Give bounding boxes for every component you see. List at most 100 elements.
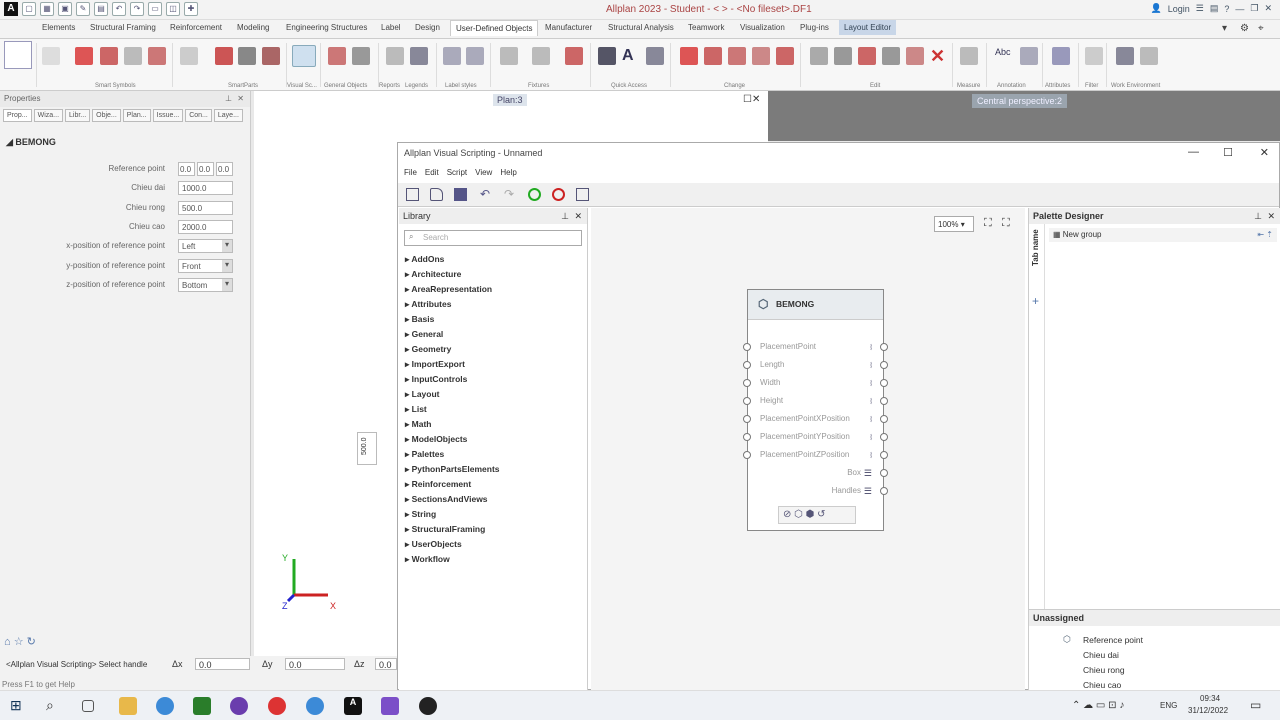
library-item[interactable]: ImportExport [405, 359, 465, 370]
tab-engineering-structures[interactable]: Engineering Structures [286, 23, 367, 32]
input-port[interactable]: Width ⧙ [743, 374, 888, 392]
app-icon[interactable] [230, 697, 248, 715]
ribbon-tool-icon[interactable] [75, 47, 93, 65]
output-port[interactable]: Box ☰ [748, 464, 888, 482]
library-item[interactable]: AddOns [405, 254, 444, 265]
layer-icon[interactable]: ◫ [166, 2, 180, 16]
label-style-icon[interactable] [443, 47, 461, 65]
input-port[interactable]: Length ⧙ [743, 356, 888, 374]
add-tab-icon[interactable]: + [1032, 294, 1039, 308]
tab-structural-framing[interactable]: Structural Framing [90, 23, 156, 32]
edit-tool-icon[interactable] [882, 47, 900, 65]
input-port[interactable]: PlacementPointZPosition ⧙ [743, 446, 888, 464]
run-icon[interactable] [528, 188, 541, 201]
change-icon[interactable] [728, 47, 746, 65]
export-icon[interactable] [576, 188, 589, 201]
edit-tool-icon[interactable] [858, 47, 876, 65]
delete-icon[interactable]: ✕ [930, 47, 948, 65]
redo-icon[interactable]: ↷ [130, 2, 144, 16]
tab-connect[interactable]: Con... [185, 109, 212, 122]
unassigned-item[interactable]: Chieu rong [1083, 665, 1125, 675]
menu-edit[interactable]: Edit [425, 168, 439, 182]
dimension-icon[interactable] [646, 47, 664, 65]
close-icon[interactable]: ✕ [574, 211, 582, 222]
tab-structural-analysis[interactable]: Structural Analysis [608, 23, 674, 32]
pin-icon[interactable]: ⌖ [1258, 23, 1264, 34]
undo-icon[interactable]: ↶ [112, 2, 126, 16]
open-icon[interactable] [430, 188, 443, 201]
user-icon[interactable]: 👤 [1151, 3, 1162, 14]
measure-icon[interactable] [960, 47, 978, 65]
library-item[interactable]: Palettes [405, 449, 445, 460]
window-icon[interactable]: ▭ [148, 2, 162, 16]
stop-icon[interactable] [552, 188, 565, 201]
redo-icon[interactable]: ↷ [504, 188, 517, 201]
visual-scripting-icon[interactable] [292, 45, 316, 67]
unassigned-item[interactable]: Chieu dai [1083, 650, 1119, 660]
edit-icon[interactable]: ✎ [76, 2, 90, 16]
edit-tool-icon[interactable] [810, 47, 828, 65]
menu-icon[interactable]: ☰ [1196, 3, 1204, 14]
z-position-select[interactable]: Bottom [178, 278, 233, 292]
ribbon-tool-icon[interactable] [124, 47, 142, 65]
text-icon[interactable]: A [622, 47, 640, 65]
fixture-icon[interactable] [532, 47, 550, 65]
ref-z-field[interactable]: 0.0 [216, 162, 233, 176]
help-icon[interactable]: ? [1224, 4, 1229, 14]
list-icon[interactable]: ▤ [1210, 3, 1219, 14]
tab-modeling[interactable]: Modeling [237, 23, 269, 32]
output-port[interactable]: Handles ☰ [748, 482, 888, 500]
script-canvas[interactable]: 100% ▾ ⛶ ⛶ ⬡ BEMONG PlacementPoint ⧙ Lengt… [591, 208, 1025, 690]
library-item[interactable]: Architecture [405, 269, 461, 280]
tab-issue[interactable]: Issue... [152, 109, 184, 122]
tab-user-defined-objects[interactable]: User-Defined Objects [450, 20, 539, 36]
language-indicator[interactable]: ENG [1160, 701, 1177, 710]
dropdown-icon[interactable]: ▾ [1222, 23, 1227, 34]
input-port[interactable]: Height ⧙ [743, 392, 888, 410]
library-item[interactable]: General [405, 329, 444, 340]
dx-field[interactable]: 0.0 [195, 658, 250, 670]
visual-studio-icon[interactable] [381, 697, 399, 715]
erase-icon[interactable] [680, 47, 698, 65]
new-icon[interactable] [406, 188, 419, 201]
close-icon[interactable]: ✕ [1267, 211, 1275, 222]
library-item[interactable]: AreaRepresentation [405, 284, 492, 295]
undo-icon[interactable]: ↶ [480, 188, 493, 201]
edit-tool-icon[interactable] [834, 47, 852, 65]
bottom-tools-icons[interactable]: ⌂ ☆ ↻ [4, 635, 36, 648]
legend-icon[interactable] [410, 47, 428, 65]
input-port[interactable]: PlacementPointYPosition ⧙ [743, 428, 888, 446]
zoom-select[interactable]: 100% ▾ [934, 216, 974, 232]
library-item[interactable]: List [405, 404, 427, 415]
library-item[interactable]: SectionsAndViews [405, 494, 488, 505]
tab-visualization[interactable]: Visualization [740, 23, 785, 32]
library-item[interactable]: String [405, 509, 437, 520]
tab-design[interactable]: Design [415, 23, 440, 32]
fullscreen-icon[interactable]: ⛶ [1002, 217, 1010, 230]
change-icon[interactable] [752, 47, 770, 65]
change-icon[interactable] [776, 47, 794, 65]
tab-teamwork[interactable]: Teamwork [688, 23, 724, 32]
new-file-icon[interactable]: ▢ [22, 2, 36, 16]
length-field[interactable]: 1000.0 [178, 181, 233, 195]
annotation-icon[interactable]: Abc [995, 47, 1013, 65]
dz-field[interactable]: 0.0 [375, 658, 397, 670]
x-position-select[interactable]: Left [178, 239, 233, 253]
ref-x-field[interactable]: 0.0 [178, 162, 195, 176]
tools-icon[interactable]: ✚ [184, 2, 198, 16]
tab-label[interactable]: Label [381, 23, 401, 32]
settings-icon[interactable]: ⚙ [1240, 23, 1249, 34]
unassigned-item[interactable]: Reference point [1083, 635, 1143, 645]
tab-objects[interactable]: Obje... [92, 109, 121, 122]
unassigned-item[interactable]: Chieu cao [1083, 680, 1121, 690]
tab-properties[interactable]: Prop... [3, 109, 32, 122]
close-icon[interactable]: ✕ [1264, 3, 1272, 14]
tab-manufacturer[interactable]: Manufacturer [545, 23, 592, 32]
annotation-icon[interactable] [1020, 47, 1038, 65]
tab-wizard[interactable]: Wiza... [33, 109, 64, 122]
tab-library[interactable]: Libr... [65, 109, 91, 122]
label-style-icon[interactable] [466, 47, 484, 65]
ribbon-tool-icon[interactable] [262, 47, 280, 65]
login-link[interactable]: Login [1168, 4, 1190, 14]
search-icon[interactable]: ⌕ [46, 697, 64, 715]
